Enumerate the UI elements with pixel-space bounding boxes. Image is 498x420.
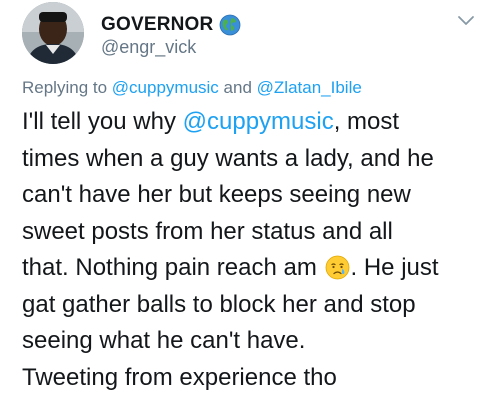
author-name-row: GOVERNOR xyxy=(101,12,241,38)
avatar[interactable] xyxy=(22,2,84,64)
profile-photo xyxy=(22,2,84,64)
reply-joiner: and xyxy=(223,78,252,97)
reply-mention-link[interactable]: @cuppymusic xyxy=(112,78,219,97)
tweet-text-segment: that. Nothing pain reach am xyxy=(22,254,317,281)
tweet-menu-button[interactable] xyxy=(457,14,475,28)
chevron-down-icon xyxy=(458,16,474,25)
tweet-line: gat gather balls to block her and stop xyxy=(22,290,416,318)
reply-prefix: Replying to xyxy=(22,78,108,97)
tweet-text: I'll tell you why @cuppymusic, most time… xyxy=(22,104,492,396)
tweet-line: can't have her but keeps seeing new xyxy=(22,181,411,208)
tweet-mention-link[interactable]: @cuppymusic xyxy=(183,108,334,135)
tweet-line: sweet posts from her status and all xyxy=(22,217,393,245)
reply-mention-link[interactable]: @Zlatan_Ibile xyxy=(257,78,362,97)
author-handle[interactable]: @engr_vick xyxy=(101,37,196,58)
tweet-line: times when a guy wants a lady, and he xyxy=(22,144,434,172)
tweet-line: seeing what he can't have. xyxy=(22,327,306,354)
tweet-card: GOVERNOR @engr_vick Replying to @cuppymu… xyxy=(0,0,498,420)
tweet-text-segment: . He just xyxy=(350,254,439,281)
crying-face-icon xyxy=(325,255,350,280)
tweet-line: that. Nothing pain reach am . He just xyxy=(22,250,492,287)
tweet-text-segment: I'll tell you why xyxy=(22,108,183,135)
tweet-line: Tweeting from experience tho xyxy=(22,363,337,391)
globe-icon xyxy=(220,14,241,36)
display-name[interactable]: GOVERNOR xyxy=(101,14,213,36)
reply-context: Replying to @cuppymusic and @Zlatan_Ibil… xyxy=(22,78,362,98)
tweet-text-segment: , most xyxy=(333,108,400,135)
tweet-line: I'll tell you why @cuppymusic, most xyxy=(22,104,492,141)
